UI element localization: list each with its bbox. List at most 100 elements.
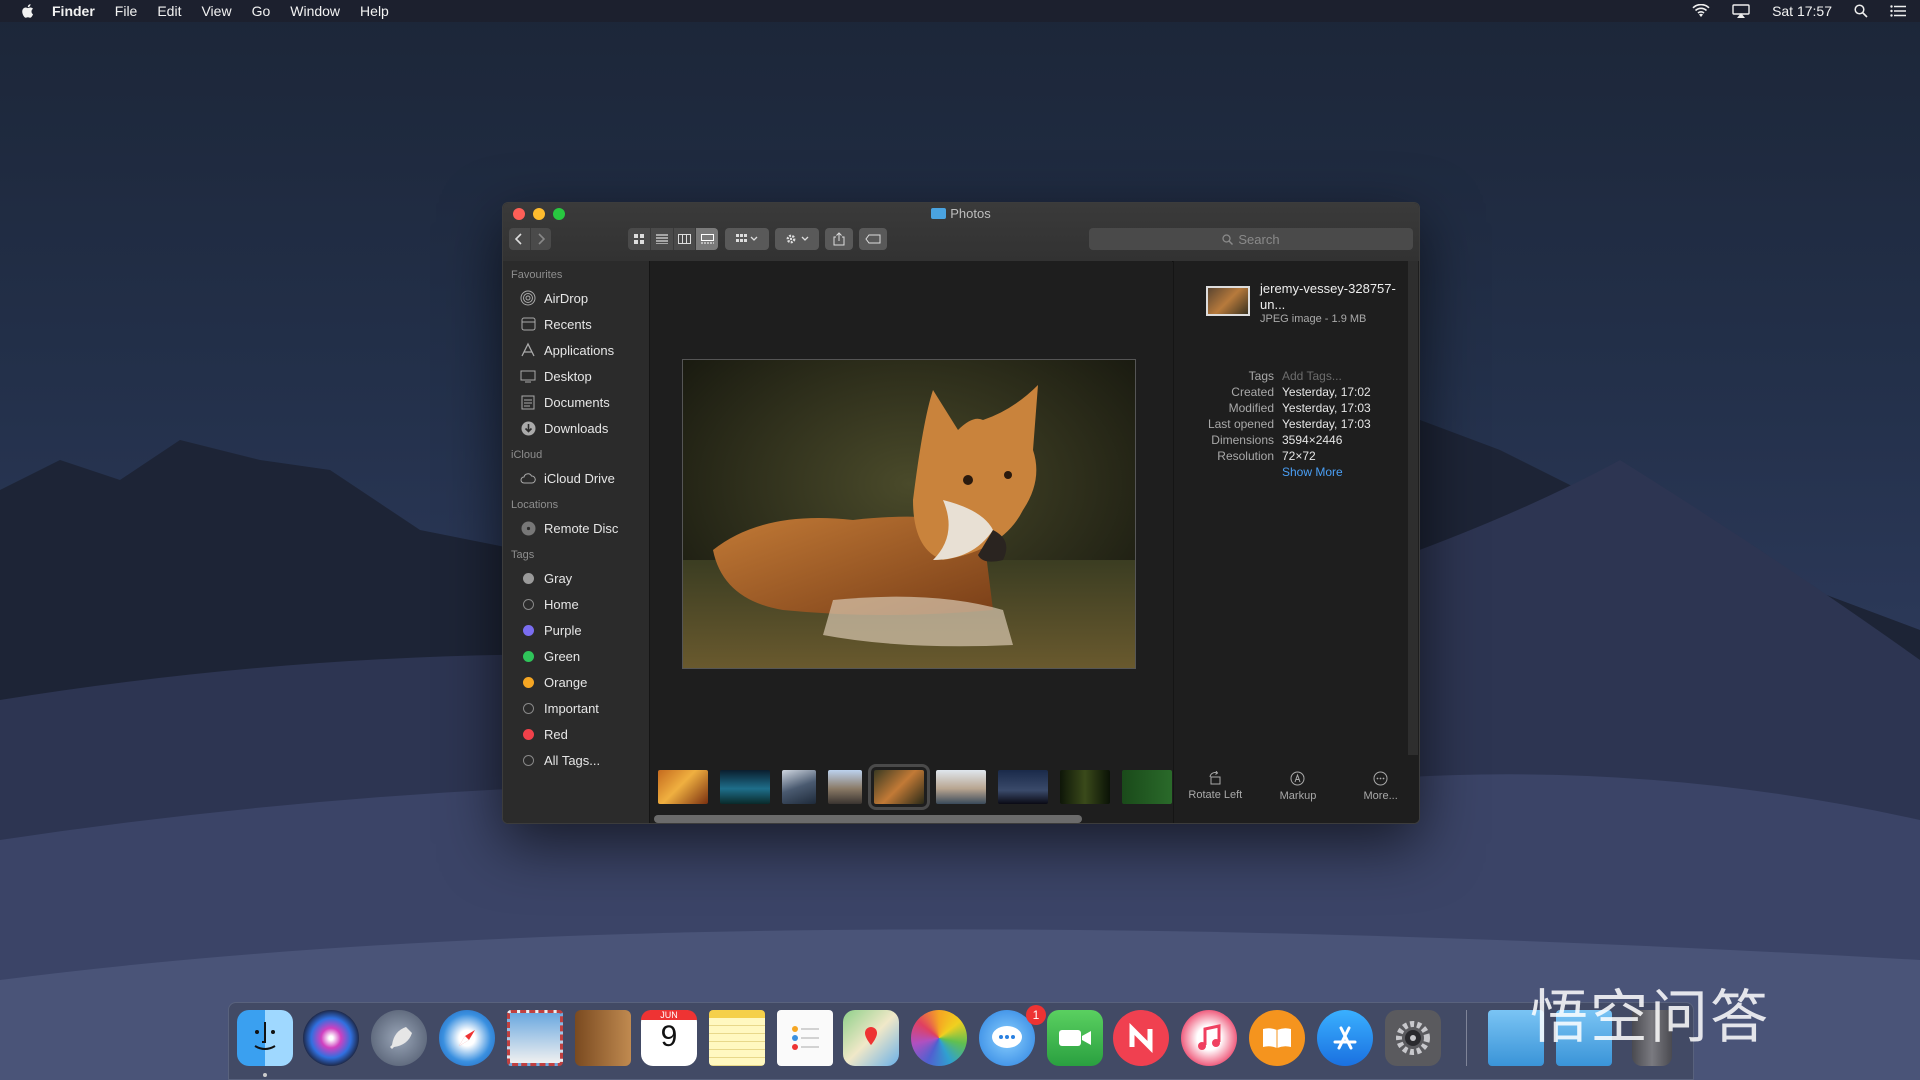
apple-icon[interactable] — [20, 3, 34, 19]
file-name: jeremy-vessey-328757-un... — [1260, 281, 1396, 312]
facetime-dock-icon[interactable] — [1047, 1010, 1103, 1066]
checklist-icon — [792, 1026, 819, 1050]
gallery-view-button[interactable] — [696, 228, 718, 250]
system-preferences-dock-icon[interactable] — [1385, 1010, 1441, 1066]
mail-dock-icon[interactable] — [507, 1010, 563, 1066]
sidebar-item-airdrop[interactable]: AirDrop — [503, 285, 649, 311]
more-icon — [1373, 771, 1388, 786]
horizontal-scrollbar[interactable] — [654, 815, 1082, 823]
sidebar-section-icloud: iCloud — [511, 449, 543, 461]
sidebar-section-tags: Tags — [511, 549, 535, 561]
sidebar-item-icloud-drive[interactable]: iCloud Drive — [503, 465, 649, 491]
list-view-button[interactable] — [651, 228, 674, 250]
sidebar-item-downloads[interactable]: Downloads — [503, 415, 649, 441]
meta-row-dimensions: Dimensions 3594×2446 — [1174, 433, 1419, 449]
thumbnail[interactable] — [720, 770, 770, 804]
tags-button[interactable] — [859, 228, 887, 250]
meta-key: Modified — [1228, 401, 1274, 415]
menu-go[interactable]: Go — [252, 3, 271, 19]
show-more-link[interactable]: Show More — [1282, 465, 1343, 479]
window-titlebar[interactable]: Photos Search — [503, 203, 1419, 262]
spotlight-search-icon[interactable] — [1854, 4, 1868, 18]
map-pin-icon — [865, 1027, 877, 1045]
menu-finder[interactable]: Finder — [52, 3, 95, 19]
sidebar-tag-orange[interactable]: Orange — [503, 669, 649, 695]
rotate-left-icon — [1209, 771, 1221, 785]
airplay-icon[interactable] — [1732, 4, 1750, 18]
thumbnail[interactable] — [1060, 770, 1110, 804]
photos-dock-icon[interactable] — [911, 1010, 967, 1066]
back-button[interactable] — [509, 228, 531, 250]
notes-dock-icon[interactable] — [709, 1010, 765, 1066]
rotate-left-button[interactable]: Rotate Left — [1180, 771, 1250, 802]
folder-icon — [931, 208, 947, 219]
sidebar-tag-green[interactable]: Green — [503, 643, 649, 669]
news-dock-icon[interactable] — [1113, 1010, 1169, 1066]
share-button[interactable] — [825, 228, 853, 250]
books-dock-icon[interactable] — [1249, 1010, 1305, 1066]
maps-dock-icon[interactable] — [843, 1010, 899, 1066]
siri-dock-icon[interactable] — [303, 1010, 359, 1066]
window-title-text: Photos — [950, 206, 991, 221]
sidebar-item-label: Home — [544, 596, 579, 612]
menu-file[interactable]: File — [115, 3, 138, 19]
notification-center-icon[interactable] — [1890, 5, 1906, 17]
action-menu-button[interactable] — [775, 228, 819, 250]
meta-key: Tags — [1248, 369, 1274, 383]
finder-dock-icon[interactable] — [237, 1010, 293, 1066]
sidebar-item-label: Orange — [544, 674, 588, 690]
gallery-icon — [700, 234, 714, 244]
markup-button[interactable]: Markup — [1263, 771, 1333, 802]
menu-window[interactable]: Window — [290, 3, 340, 19]
gallery-preview-image[interactable] — [682, 359, 1136, 669]
forward-button[interactable] — [531, 228, 552, 250]
launchpad-dock-icon[interactable] — [371, 1010, 427, 1066]
safari-dock-icon[interactable] — [439, 1010, 495, 1066]
sidebar-tag-home[interactable]: Home — [503, 591, 649, 617]
tag-color-dot — [522, 598, 534, 610]
thumbnail[interactable] — [658, 770, 708, 804]
sidebar-item-desktop[interactable]: Desktop — [503, 363, 649, 389]
news-icon — [1129, 1023, 1153, 1053]
thumbnail[interactable] — [782, 770, 816, 804]
thumbnail[interactable] — [1122, 770, 1172, 804]
thumbnail[interactable] — [998, 770, 1048, 804]
dock-separator — [1466, 1010, 1467, 1066]
wifi-icon[interactable] — [1692, 4, 1710, 18]
calendar-dock-icon[interactable]: JUN 9 — [641, 1010, 697, 1066]
thumbnail[interactable] — [828, 770, 862, 804]
app-store-dock-icon[interactable] — [1317, 1010, 1373, 1066]
columns-icon — [677, 234, 691, 244]
sidebar-tag-gray[interactable]: Gray — [503, 565, 649, 591]
sidebar-tag-important[interactable]: Important — [503, 695, 649, 721]
sidebar-item-remote-disc[interactable]: Remote Disc — [503, 515, 649, 541]
menu-help[interactable]: Help — [360, 3, 389, 19]
search-field[interactable]: Search — [1089, 228, 1413, 250]
search-icon — [1222, 233, 1234, 245]
thumbnail-selected[interactable] — [868, 764, 930, 810]
sidebar-tag-red[interactable]: Red — [503, 721, 649, 747]
group-by-button[interactable] — [725, 228, 769, 250]
add-tags-field[interactable]: Add Tags... — [1282, 369, 1342, 385]
sidebar-all-tags[interactable]: All Tags... — [503, 747, 649, 773]
meta-value: Yesterday, 17:02 — [1282, 385, 1371, 399]
sidebar-item-applications[interactable]: Applications — [503, 337, 649, 363]
menu-edit[interactable]: Edit — [157, 3, 181, 19]
more-button[interactable]: More... — [1346, 771, 1416, 802]
icon-view-button[interactable] — [628, 228, 651, 250]
music-dock-icon[interactable] — [1181, 1010, 1237, 1066]
tag-color-dot — [522, 572, 534, 584]
menu-view[interactable]: View — [201, 3, 231, 19]
thumbnail[interactable] — [936, 770, 986, 804]
sidebar-item-documents[interactable]: Documents — [503, 389, 649, 415]
more-label: More... — [1363, 790, 1398, 802]
sidebar-tag-purple[interactable]: Purple — [503, 617, 649, 643]
sidebar-section-locations: Locations — [511, 499, 559, 511]
reminders-dock-icon[interactable] — [777, 1010, 833, 1066]
fox-photo — [683, 360, 1135, 668]
menubar-clock[interactable]: Sat 17:57 — [1772, 3, 1832, 19]
vertical-scrollbar[interactable] — [1408, 261, 1418, 755]
sidebar-item-recents[interactable]: Recents — [503, 311, 649, 337]
contacts-dock-icon[interactable] — [575, 1010, 631, 1066]
column-view-button[interactable] — [674, 228, 697, 250]
